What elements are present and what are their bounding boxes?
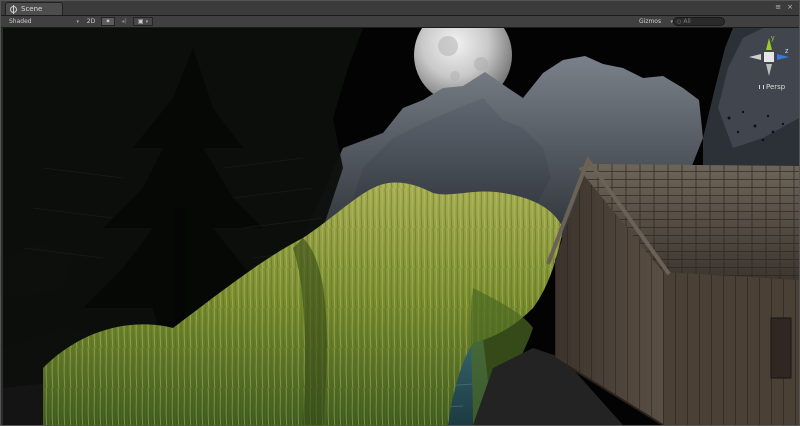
tab-scene[interactable]: Scene [5,2,63,15]
search-input[interactable]: ○ All [673,17,725,26]
scene-tab-icon [10,4,17,14]
close-icon[interactable]: × [787,3,793,11]
window-menu-icon[interactable]: ≡ [775,3,781,11]
gizmo-center-cube[interactable] [764,52,774,62]
tab-label: Scene [21,5,43,13]
gizmos-label: Gizmos [639,18,662,25]
projection-label: Persp [766,83,786,91]
chevron-down-icon: ▾ [76,18,79,25]
toggle-2d-button[interactable]: 2D [83,17,99,26]
title-bar: Scene ≡ × [1,1,799,16]
gizmos-dropdown[interactable]: Gizmos ▾ [639,17,673,26]
scene-audio-icon[interactable]: ◂) [118,17,130,26]
scene-viewport[interactable]: y z [3,28,799,425]
effects-glyph: ▣ [137,18,144,25]
window-controls: ≡ × [775,1,793,13]
scene-window: Scene ≡ × Shaded ▾ 2D ✶ ◂) ▣ ▾ Gizmos ▾ … [0,0,800,426]
shading-mode-dropdown[interactable]: Shaded ▾ [9,17,79,26]
axis-neg-y-cone[interactable] [766,64,772,76]
search-placeholder: All [683,18,691,25]
scene-lighting-icon[interactable]: ✶ [101,17,115,26]
axis-neg-x-cone[interactable] [749,54,761,60]
shading-mode-label: Shaded [9,18,32,25]
axis-z-label: z [785,48,789,55]
scene-render [3,28,799,425]
chevron-down-icon: ▾ [145,18,149,25]
projection-toggle[interactable]: Persp [759,83,785,91]
axis-y-label: y [771,35,775,42]
scene-toolbar: Shaded ▾ 2D ✶ ◂) ▣ ▾ Gizmos ▾ ○ All [1,16,799,28]
scene-effects-icon[interactable]: ▣ ▾ [133,17,153,26]
search-icon: ○ [677,18,682,25]
perspective-icon [759,85,764,89]
